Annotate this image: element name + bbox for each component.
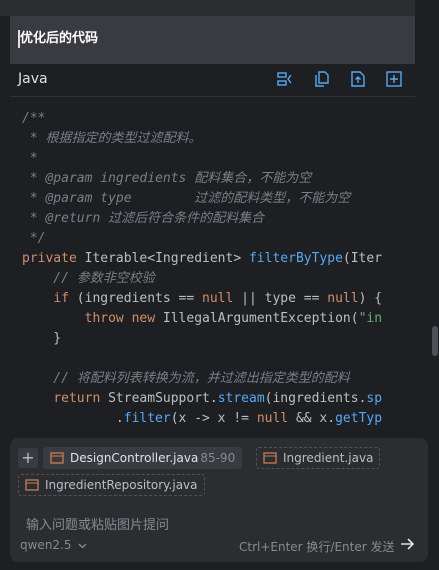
code-token: getTyp xyxy=(335,411,383,426)
code-line: * xyxy=(22,149,382,169)
chip-range: 85-90 xyxy=(200,451,236,465)
code-token: /** xyxy=(22,111,46,126)
code-token: * xyxy=(22,191,46,206)
code-token: Iterable<Ingredient> xyxy=(76,251,249,266)
code-token: if xyxy=(53,291,69,306)
code-token: filterByType xyxy=(248,251,343,266)
send-hint: Ctrl+Enter 换行/Enter 发送 xyxy=(239,540,395,554)
code-language-label: Java xyxy=(18,71,48,87)
code-token: ) { xyxy=(358,291,383,306)
code-token: return xyxy=(53,391,101,406)
code-token: * xyxy=(22,171,46,186)
chip-label: IngredientRepository.java xyxy=(45,478,198,492)
scrollbar-thumb[interactable] xyxy=(432,326,438,356)
code-line: return StreamSupport.stream(ingredients.… xyxy=(22,389,382,409)
code-token: 过滤后符合条件的配料集合 xyxy=(100,211,265,226)
code-line: throw new IllegalArgumentException("in xyxy=(22,309,382,329)
code-token: sp xyxy=(366,391,383,406)
model-selector[interactable]: qwen2.5 xyxy=(20,538,87,552)
code-line: .filter(x -> x != null && x.getTyp xyxy=(22,409,382,429)
copy-icon[interactable] xyxy=(313,70,331,88)
question-input[interactable]: 输入问题或粘贴图片提问 xyxy=(26,514,169,533)
code-token: private xyxy=(22,251,77,266)
code-token: StreamSupport. xyxy=(100,391,218,406)
code-token: * 根据指定的类型过滤配料。 xyxy=(22,131,202,146)
code-line: * @return 过滤后符合条件的配料集合 xyxy=(22,209,382,229)
code-content: /** * 根据指定的类型过滤配料。 * * @param ingredient… xyxy=(22,109,382,429)
java-file-icon xyxy=(263,452,277,464)
code-token: && x. xyxy=(288,411,336,426)
code-line: * 根据指定的类型过滤配料。 xyxy=(22,129,382,149)
code-token: (Iter xyxy=(342,251,383,266)
code-token: throw xyxy=(84,311,124,326)
code-token: } xyxy=(22,331,62,346)
chevron-down-icon xyxy=(78,543,87,548)
response-title: 优化后的代码 xyxy=(18,30,99,48)
code-token: @return xyxy=(45,211,101,226)
code-token: stream xyxy=(217,391,265,406)
insert-at-caret-icon[interactable] xyxy=(276,70,294,88)
code-line: } xyxy=(22,329,382,349)
code-token: filter xyxy=(123,411,171,426)
code-token: @param xyxy=(45,191,93,206)
new-file-icon[interactable] xyxy=(349,70,367,88)
response-header: 优化后的代码 xyxy=(10,16,415,64)
context-chip-ingredient[interactable]: Ingredient.java xyxy=(256,447,381,469)
insert-icon[interactable] xyxy=(385,70,403,88)
context-chip-design-controller[interactable]: DesignController.java 85-90 xyxy=(43,447,243,469)
context-chip-ingredient-repository[interactable]: IngredientRepository.java xyxy=(18,474,205,496)
code-token: // 将配料列表转换为流，并过滤出指定类型的配料 xyxy=(22,371,350,386)
code-token: @param xyxy=(45,171,93,186)
code-token: null xyxy=(202,291,234,306)
code-line: // 参数非空校验 xyxy=(22,269,382,289)
chip-label: Ingredient.java xyxy=(283,451,374,465)
code-line: */ xyxy=(22,229,382,249)
code-token: new xyxy=(131,311,156,326)
code-area[interactable]: /** * 根据指定的类型过滤配料。 * * @param ingredient… xyxy=(10,97,415,436)
code-token: (ingredients. xyxy=(264,391,367,406)
code-line: * @param ingredients 配料集合，不能为空 xyxy=(22,169,382,189)
code-token: "in xyxy=(358,311,383,326)
top-strip xyxy=(0,0,415,16)
code-line: /** xyxy=(22,109,382,129)
add-context-button[interactable]: + xyxy=(18,448,38,468)
chat-input-panel: + DesignController.java 85-90 Ingredient.… xyxy=(10,438,428,562)
code-token: (x -> x != xyxy=(170,411,257,426)
java-file-icon xyxy=(25,479,39,491)
code-token: || type == xyxy=(233,291,328,306)
code-token: 过滤的配料类型，不能为空 xyxy=(131,191,351,206)
code-line: * @param type 过滤的配料类型，不能为空 xyxy=(22,189,382,209)
chip-label: DesignController.java xyxy=(70,451,199,465)
code-token: type xyxy=(92,191,132,206)
code-token: . xyxy=(22,411,124,426)
code-token: ingredients xyxy=(92,171,187,186)
java-file-icon xyxy=(50,452,64,464)
code-token: null xyxy=(327,291,359,306)
code-token: IllegalArgumentException( xyxy=(155,311,359,326)
model-name: qwen2.5 xyxy=(20,538,72,552)
code-token: */ xyxy=(22,231,46,246)
scrollbar-track[interactable] xyxy=(415,0,439,436)
code-line: if (ingredients == null || type == null)… xyxy=(22,289,382,309)
code-token: * xyxy=(22,151,38,166)
code-block: Java /** * 根据指定的类型过滤配料。 * * @param ingre… xyxy=(10,64,415,436)
code-token: 配料集合，不能为空 xyxy=(186,171,312,186)
send-arrow-icon[interactable] xyxy=(399,536,415,552)
code-token: null xyxy=(256,411,289,426)
code-line: // 将配料列表转换为流，并过滤出指定类型的配料 xyxy=(22,369,382,389)
code-token: (ingredients == xyxy=(68,291,203,306)
code-token: // 参数非空校验 xyxy=(22,271,155,286)
code-line: private Iterable<Ingredient> filterByTyp… xyxy=(22,249,382,269)
code-toolbar: Java xyxy=(10,64,415,97)
code-token: * xyxy=(22,211,46,226)
